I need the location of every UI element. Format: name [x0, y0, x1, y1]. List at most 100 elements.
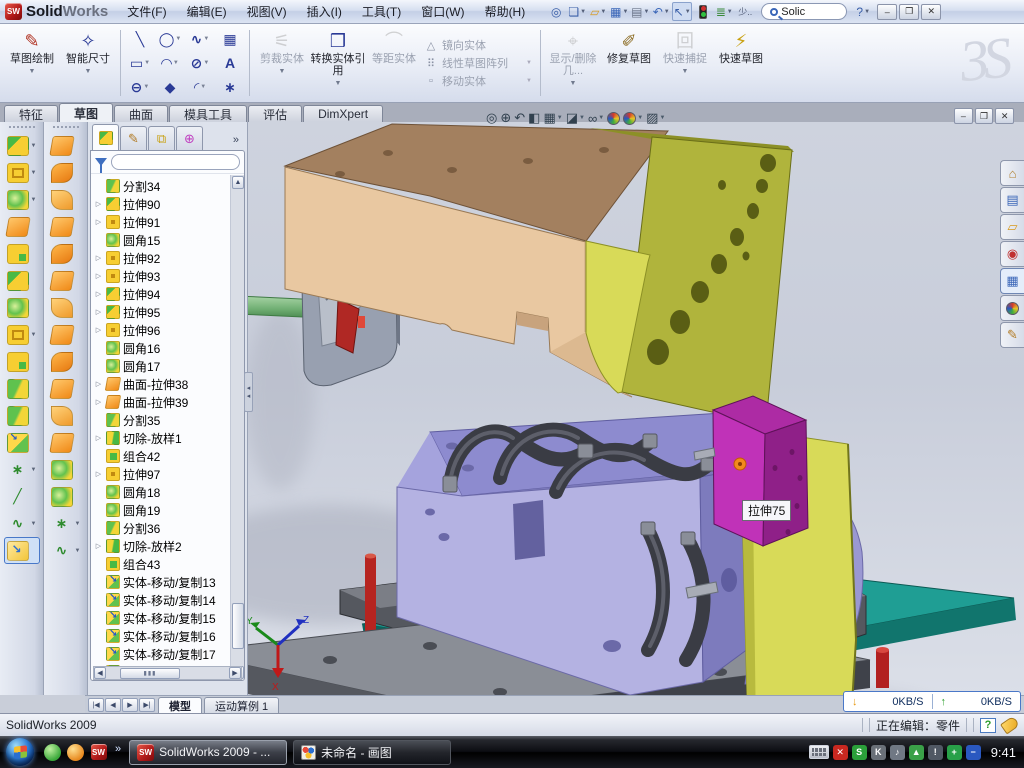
apply-scene-icon[interactable]: ▼	[623, 112, 643, 125]
file-explorer-tab[interactable]: ▱	[1000, 214, 1024, 240]
tree-item-组合42[interactable]: 组合42	[91, 447, 230, 465]
save-icon[interactable]: ▦▼	[609, 2, 629, 21]
tree-item-分割36[interactable]: 分割36	[91, 519, 230, 537]
document-minimize-button[interactable]: –	[954, 108, 973, 124]
toolbar-grip[interactable]	[53, 126, 79, 128]
menu-视图(V)[interactable]: 视图(V)	[238, 0, 296, 23]
design-library-tab[interactable]: ▤	[1000, 187, 1024, 213]
scroll-left-button[interactable]: ◀	[94, 667, 106, 679]
tree-item-圆角15[interactable]: 圆角15	[91, 231, 230, 249]
open-icon[interactable]: ▱▼	[588, 2, 608, 21]
expand-arrow-icon[interactable]: ▷	[94, 218, 103, 226]
tab-模具工具[interactable]: 模具工具	[169, 105, 247, 122]
button-转换实体引用[interactable]: ❒转换实体引用▼	[310, 26, 366, 100]
expand-arrow-icon[interactable]: ▷	[94, 308, 103, 316]
offset-surface-icon[interactable]	[51, 321, 81, 348]
swept-surface-icon[interactable]	[51, 132, 81, 159]
quicklaunch-messenger-icon[interactable]	[44, 744, 61, 761]
circle-icon[interactable]: ◯▼	[155, 27, 185, 51]
doc-tab-模型[interactable]: 模型	[158, 697, 202, 713]
tree-item-曲面-拉伸39[interactable]: ▷曲面-拉伸39	[91, 393, 230, 411]
split-body-icon[interactable]	[7, 402, 37, 429]
polygon-icon[interactable]: ◆	[155, 75, 185, 99]
surface-cut-icon[interactable]	[51, 348, 81, 375]
tray-sync-icon[interactable]: ▲	[909, 745, 924, 760]
tree-item-分割35[interactable]: 分割35	[91, 411, 230, 429]
helix-icon[interactable]: ∿▼	[7, 510, 37, 537]
expand-arrow-icon[interactable]: ▷	[94, 470, 103, 478]
button-修复草图[interactable]: ✐修复草图	[601, 26, 657, 100]
rectangle-icon[interactable]: ▭▼	[125, 51, 155, 75]
combine-icon[interactable]	[7, 348, 37, 375]
tree-item-拉伸91[interactable]: ▷拉伸91	[91, 213, 230, 231]
input-method-icon[interactable]	[809, 745, 829, 759]
ref-point-icon[interactable]: ∗▼	[51, 510, 81, 537]
expand-arrow-icon[interactable]: ▷	[94, 254, 103, 262]
planar-surface-icon[interactable]	[51, 267, 81, 294]
filter-input[interactable]	[111, 154, 240, 170]
thicken-icon[interactable]	[51, 429, 81, 456]
expand-arrow-icon[interactable]: ▷	[94, 200, 103, 208]
linear-pattern-icon[interactable]: ▼	[7, 321, 37, 348]
expand-arrow-icon[interactable]: ▷	[94, 290, 103, 298]
help-button[interactable]: ?▼	[853, 2, 873, 21]
scroll-up-button[interactable]: ▲	[232, 176, 244, 189]
menu-文件(F)[interactable]: 文件(F)	[118, 0, 175, 23]
minimize-button[interactable]: –	[877, 4, 897, 20]
tree-item-圆角17[interactable]: 圆角17	[91, 357, 230, 375]
custom-properties-tab[interactable]: ✎	[1000, 322, 1024, 348]
search-input[interactable]: Solic	[761, 3, 847, 20]
dome-icon[interactable]	[7, 294, 37, 321]
tray-key-icon[interactable]: K	[871, 745, 886, 760]
doc-nav-▶|[interactable]: ▶|	[139, 698, 155, 712]
tab-DimXpert[interactable]: DimXpert	[303, 105, 383, 122]
quicklaunch-browser-icon[interactable]	[67, 744, 84, 761]
revolved-surface-icon[interactable]	[51, 159, 81, 186]
delete-face-icon[interactable]	[51, 375, 81, 402]
dimxpertmanager-tab[interactable]: ⊕	[176, 126, 203, 150]
select-icon[interactable]: ↖▼	[672, 2, 692, 21]
status-help-icon[interactable]: ?	[980, 718, 996, 733]
expand-arrow-icon[interactable]: ▷	[94, 542, 103, 550]
tree-vertical-scrollbar[interactable]: ▲ ▼	[230, 175, 244, 680]
fillet-surface-icon[interactable]	[51, 483, 81, 510]
scroll-right-button[interactable]: ▶	[229, 667, 241, 679]
tree-item-实体-移动/复制14[interactable]: 实体-移动/复制14	[91, 591, 230, 609]
sketch-pattern-icon[interactable]: ▦	[215, 27, 245, 51]
panel-splitter[interactable]: ◂◂	[244, 372, 253, 412]
tree-item-曲面-拉伸38[interactable]: ▷曲面-拉伸38	[91, 375, 230, 393]
task-SolidWorks 2009 - ...[interactable]: SWSolidWorks 2009 - ...	[129, 740, 287, 765]
extend-surface-icon[interactable]	[51, 294, 81, 321]
button-智能尺寸[interactable]: ✧智能尺寸▼	[60, 26, 116, 100]
traffic-light-icon[interactable]	[693, 2, 713, 21]
tree-item-实体-移动/复制13[interactable]: 实体-移动/复制13	[91, 573, 230, 591]
tray-antivirus-icon[interactable]: ✕	[833, 745, 848, 760]
c-surface-icon[interactable]	[51, 186, 81, 213]
menu-工具(T)[interactable]: 工具(T)	[353, 0, 410, 23]
freeform-icon[interactable]	[51, 456, 81, 483]
ellipse-icon[interactable]: ⊘▼	[185, 51, 215, 75]
tree-item-切除-放样2[interactable]: ▷切除-放样2	[91, 537, 230, 555]
doc-nav-◀[interactable]: ◀	[105, 698, 121, 712]
solidworks-resources-tab[interactable]: ⌂	[1000, 160, 1024, 186]
display-style-icon[interactable]: ◪▼	[566, 110, 585, 126]
tab-草图[interactable]: 草图	[59, 103, 113, 122]
tree-item-切除-放样1[interactable]: ▷切除-放样1	[91, 429, 230, 447]
new-document-icon[interactable]: ❏▼	[567, 2, 587, 21]
button-草图绘制[interactable]: ✎草图绘制▼	[4, 26, 60, 100]
doc-nav-|◀[interactable]: |◀	[88, 698, 104, 712]
tree-item-拉伸96[interactable]: ▷拉伸96	[91, 321, 230, 339]
tree-item-拉伸94[interactable]: ▷拉伸94	[91, 285, 230, 303]
boss-extrude-icon[interactable]: ▼	[7, 132, 37, 159]
tab-特征[interactable]: 特征	[4, 105, 58, 122]
view-palette-tab[interactable]: ▦	[1000, 268, 1024, 294]
reference-axis-icon[interactable]: ╱	[7, 483, 37, 510]
tree-item-实体-移动/复制16[interactable]: 实体-移动/复制16	[91, 627, 230, 645]
tag-icon[interactable]	[1000, 715, 1020, 734]
quick-launch-overflow[interactable]: »	[115, 743, 121, 755]
configurationmanager-tab[interactable]: ⧉	[148, 126, 175, 150]
tree-item-拉伸97[interactable]: ▷拉伸97	[91, 465, 230, 483]
quicklaunch-solidworks-icon[interactable]: SW	[90, 744, 107, 761]
button-快速草图[interactable]: ⚡快速草图	[713, 26, 769, 100]
tray-guard-icon[interactable]: S	[852, 745, 867, 760]
